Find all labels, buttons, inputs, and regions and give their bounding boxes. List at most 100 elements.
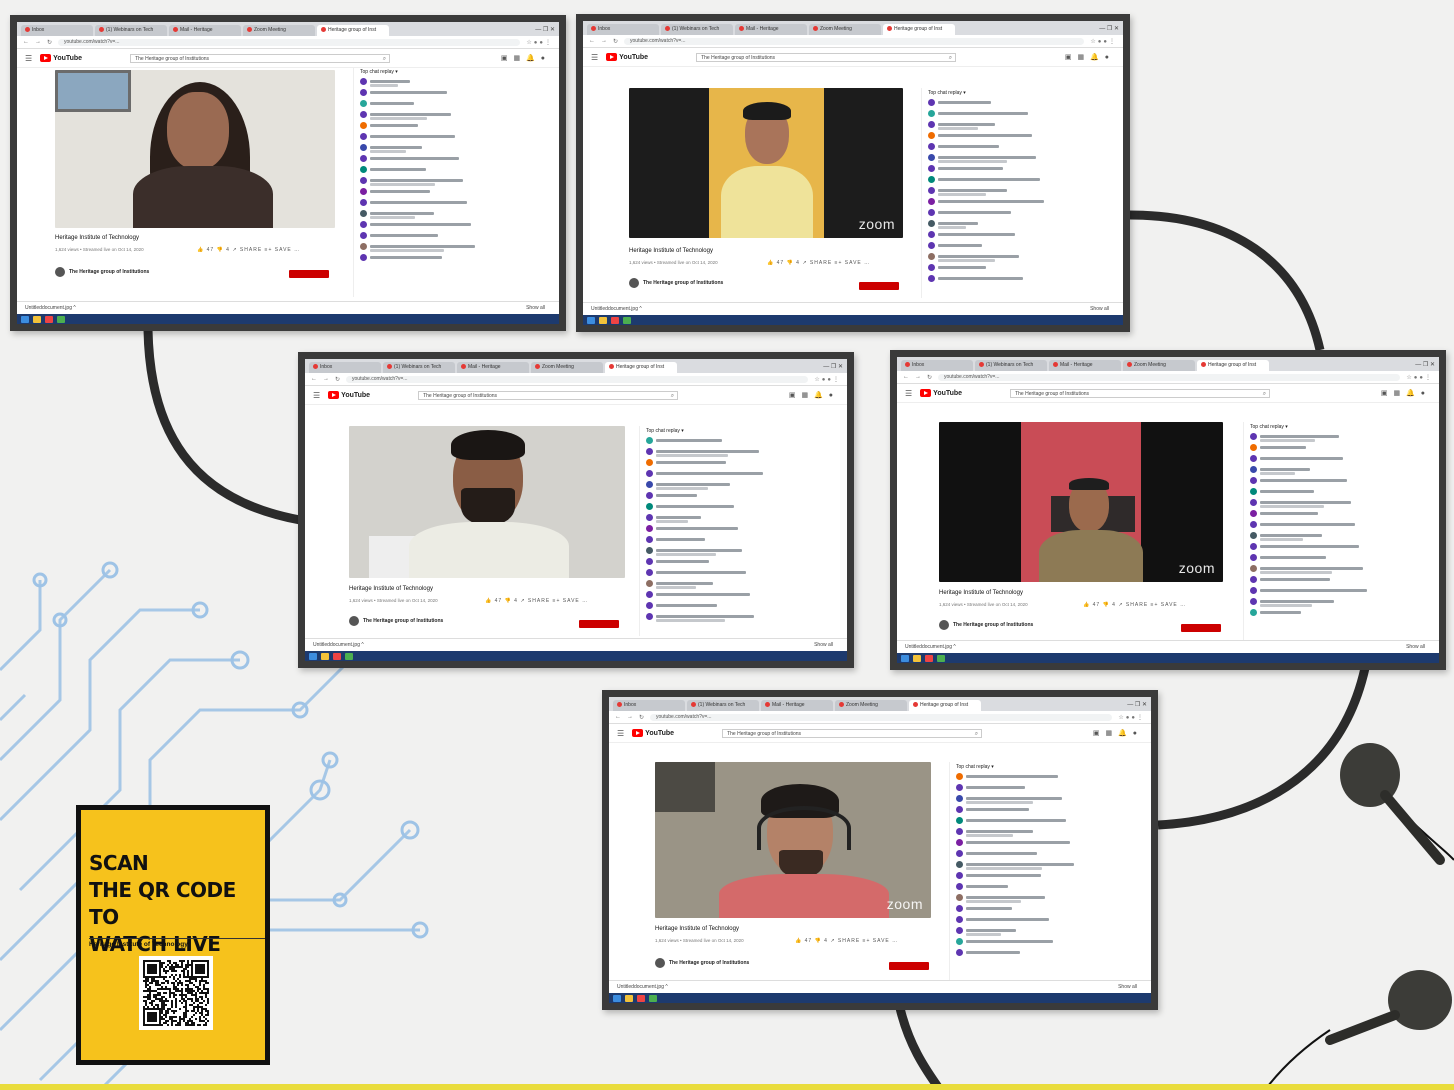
extension-icons[interactable]: ☆●●⋮ xyxy=(1406,374,1433,381)
chrome-icon[interactable] xyxy=(937,654,945,662)
forward-icon[interactable]: → xyxy=(35,39,41,45)
url-field[interactable]: youtube.com/watch?v=... xyxy=(624,37,1085,45)
browser-tab[interactable]: Zoom Meeting xyxy=(835,700,907,711)
browser-tab[interactable]: Inbox xyxy=(309,362,381,373)
chat-header[interactable]: Top chat replay ▾ xyxy=(928,90,1071,96)
browser-tab[interactable]: Inbox xyxy=(901,360,973,371)
avatar[interactable] xyxy=(655,958,665,968)
extension-icons[interactable]: ☆●●⋮ xyxy=(1118,714,1145,721)
back-icon[interactable]: ← xyxy=(311,376,317,382)
menu-icon[interactable]: ☰ xyxy=(905,389,912,398)
extension-icons[interactable]: ☆●●⋮ xyxy=(1090,38,1117,45)
reload-icon[interactable]: ↻ xyxy=(927,374,932,381)
download-bar[interactable]: Untitleddocument.jpg ^ Show all xyxy=(897,640,1439,653)
download-bar[interactable]: Untitleddocument.jpg ^ Show all xyxy=(583,302,1123,315)
chat-header[interactable]: Top chat replay ▾ xyxy=(360,69,513,75)
youtube-logo-icon[interactable]: YouTube xyxy=(328,391,370,399)
header-icons[interactable]: ▣▦🔔● xyxy=(789,391,839,399)
app-icon[interactable] xyxy=(611,316,619,324)
reload-icon[interactable]: ↻ xyxy=(335,376,340,383)
video-actions[interactable]: 👍 47 👎 4 ↗ SHARE ≡+ SAVE … xyxy=(485,598,588,604)
header-icons[interactable]: ▣▦🔔● xyxy=(1065,53,1115,61)
browser-tab[interactable]: Mail - Heritage xyxy=(735,24,807,35)
url-field[interactable]: youtube.com/watch?v=... xyxy=(650,713,1113,721)
channel-row[interactable]: The Heritage group of Institutions xyxy=(55,267,149,277)
reload-icon[interactable]: ↻ xyxy=(47,39,52,46)
video-actions[interactable]: 👍 47 👎 4 ↗ SHARE ≡+ SAVE … xyxy=(197,247,300,253)
chrome-icon[interactable] xyxy=(345,652,353,660)
channel-row[interactable]: The Heritage group of Institutions xyxy=(349,616,443,626)
extension-icons[interactable]: ☆●●⋮ xyxy=(814,376,841,383)
back-icon[interactable]: ← xyxy=(903,374,909,380)
menu-icon[interactable]: ☰ xyxy=(25,54,32,63)
forward-icon[interactable]: → xyxy=(323,376,329,382)
browser-tab-active[interactable]: Heritage group of Inst xyxy=(1197,360,1269,371)
youtube-logo-icon[interactable]: YouTube xyxy=(632,729,674,737)
start-icon[interactable] xyxy=(901,654,909,662)
url-field[interactable]: youtube.com/watch?v=... xyxy=(938,373,1401,381)
avatar[interactable] xyxy=(939,620,949,630)
browser-tab[interactable]: Mail - Heritage xyxy=(1049,360,1121,371)
folder-icon[interactable] xyxy=(913,654,921,662)
start-icon[interactable] xyxy=(613,994,621,1002)
forward-icon[interactable]: → xyxy=(601,38,607,44)
search-icon[interactable]: ⌕ xyxy=(383,55,386,64)
subscribe-button[interactable] xyxy=(889,962,929,970)
folder-icon[interactable] xyxy=(321,652,329,660)
search-icon[interactable]: ⌕ xyxy=(949,54,952,63)
browser-tab[interactable]: Zoom Meeting xyxy=(809,24,881,35)
video-player[interactable]: zoom xyxy=(655,762,931,918)
menu-icon[interactable]: ☰ xyxy=(591,53,598,62)
search-icon[interactable]: ⌕ xyxy=(975,730,978,739)
app-icon[interactable] xyxy=(925,654,933,662)
browser-tab-active[interactable]: Heritage group of Inst xyxy=(883,24,955,35)
forward-icon[interactable]: → xyxy=(627,714,633,720)
back-icon[interactable]: ← xyxy=(23,39,29,45)
browser-tab[interactable]: (1) Webinars on Tech xyxy=(383,362,455,373)
window-controls[interactable]: — ❐ ✕ xyxy=(1415,360,1439,371)
window-controls[interactable]: — ❐ ✕ xyxy=(1099,24,1123,35)
browser-tab[interactable]: Mail - Heritage xyxy=(169,25,241,36)
youtube-logo-icon[interactable]: YouTube xyxy=(920,389,962,397)
avatar[interactable] xyxy=(55,267,65,277)
youtube-logo-icon[interactable]: YouTube xyxy=(606,53,648,61)
browser-tab[interactable]: Mail - Heritage xyxy=(457,362,529,373)
reload-icon[interactable]: ↻ xyxy=(613,38,618,45)
video-actions[interactable]: 👍 47 👎 4 ↗ SHARE ≡+ SAVE … xyxy=(795,938,898,944)
app-icon[interactable] xyxy=(637,994,645,1002)
window-controls[interactable]: — ❐ ✕ xyxy=(535,25,559,36)
back-icon[interactable]: ← xyxy=(589,38,595,44)
header-icons[interactable]: ▣▦🔔● xyxy=(1093,729,1143,737)
browser-tab-active[interactable]: Heritage group of Inst xyxy=(909,700,981,711)
search-input[interactable]: The Heritage group of Institutions ⌕ xyxy=(722,728,983,739)
download-bar[interactable]: Untitleddocument.jpg ^ Show all xyxy=(609,980,1151,993)
channel-row[interactable]: The Heritage group of Institutions xyxy=(939,620,1033,630)
search-icon[interactable]: ⌕ xyxy=(1263,390,1266,399)
browser-tab[interactable]: Zoom Meeting xyxy=(1123,360,1195,371)
avatar[interactable] xyxy=(349,616,359,626)
search-input[interactable]: The Heritage group of Institutions ⌕ xyxy=(418,390,679,401)
channel-row[interactable]: The Heritage group of Institutions xyxy=(655,958,749,968)
browser-tab[interactable]: Mail - Heritage xyxy=(761,700,833,711)
subscribe-button[interactable] xyxy=(289,270,329,278)
browser-tab[interactable]: Inbox xyxy=(587,24,659,35)
browser-tab[interactable]: (1) Webinars on Tech xyxy=(95,25,167,36)
browser-tab[interactable]: (1) Webinars on Tech xyxy=(661,24,733,35)
menu-icon[interactable]: ☰ xyxy=(617,729,624,738)
qr-code-icon[interactable] xyxy=(139,956,213,1030)
chat-header[interactable]: Top chat replay ▾ xyxy=(1250,424,1393,430)
subscribe-button[interactable] xyxy=(1181,624,1221,632)
channel-row[interactable]: The Heritage group of Institutions xyxy=(629,278,723,288)
start-icon[interactable] xyxy=(21,315,29,323)
browser-tab[interactable]: Zoom Meeting xyxy=(531,362,603,373)
search-input[interactable]: The Heritage group of Institutions ⌕ xyxy=(1010,388,1271,399)
header-icons[interactable]: ▣▦🔔● xyxy=(501,54,551,62)
window-controls[interactable]: — ❐ ✕ xyxy=(1127,700,1151,711)
video-actions[interactable]: 👍 47 👎 4 ↗ SHARE ≡+ SAVE … xyxy=(767,260,870,266)
search-icon[interactable]: ⌕ xyxy=(671,392,674,401)
browser-tab-active[interactable]: Heritage group of Inst xyxy=(605,362,677,373)
browser-tab[interactable]: Inbox xyxy=(21,25,93,36)
forward-icon[interactable]: → xyxy=(915,374,921,380)
youtube-logo-icon[interactable]: YouTube xyxy=(40,54,82,62)
download-bar[interactable]: Untitleddocument.jpg ^ Show all xyxy=(17,301,559,314)
